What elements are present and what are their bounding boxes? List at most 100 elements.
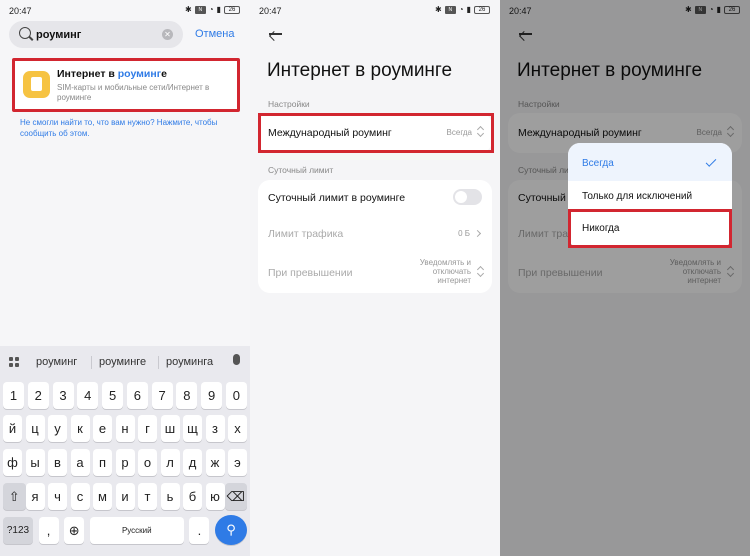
status-time: 20:47 — [9, 6, 32, 16]
globe-icon[interactable]: ⊕ — [64, 517, 85, 544]
suggestion-bar: роуминг роуминге роуминга — [0, 346, 250, 378]
key[interactable]: р — [115, 449, 135, 476]
apps-grid-icon[interactable] — [9, 357, 19, 367]
key[interactable]: 8 — [176, 382, 198, 409]
option-always[interactable]: Всегда — [582, 158, 614, 169]
symbols-key[interactable]: ?123 — [3, 517, 33, 544]
key[interactable]: п — [93, 449, 112, 476]
key[interactable]: с — [70, 483, 90, 510]
dim-overlay[interactable] — [500, 0, 750, 556]
key[interactable]: 5 — [102, 382, 124, 409]
key[interactable]: г — [138, 415, 157, 442]
key[interactable]: н — [115, 415, 135, 442]
daily-limit-card: Суточный лимит в роуминге Лимит трафика … — [258, 180, 492, 293]
key[interactable]: я — [25, 483, 45, 510]
daily-limit-label: Суточный лимит в роуминге — [268, 192, 406, 204]
key[interactable]: ф — [3, 449, 22, 476]
shift-key[interactable]: ⇧ — [3, 483, 26, 510]
nfc-icon: N — [194, 5, 206, 14]
page-title: Интернет в роуминге — [267, 60, 453, 81]
status-bar: 20:47 ✱ N ◔ ▮ 26 — [250, 0, 500, 22]
microphone-icon[interactable] — [233, 354, 240, 365]
suggestion-3[interactable]: роуминга — [166, 356, 213, 368]
suggestion-1[interactable]: роуминг — [36, 356, 77, 368]
search-bar[interactable]: ✕ — [9, 21, 183, 48]
key[interactable]: т — [138, 483, 157, 510]
report-not-found-link[interactable]: Не смогли найти то, что вам нужно? Нажми… — [20, 117, 235, 139]
chevron-right-icon — [473, 229, 482, 238]
key[interactable]: й — [3, 415, 22, 442]
search-screen: 20:47 ✱ N ◔ ▮ 26 ✕ Отмена Интернет в роу… — [0, 0, 250, 556]
dot-key[interactable]: . — [189, 517, 210, 544]
key[interactable]: щ — [183, 415, 202, 442]
status-time: 20:47 — [259, 6, 282, 16]
key[interactable]: о — [138, 449, 157, 476]
sim-card-icon — [23, 71, 50, 98]
battery-icon: 26 — [224, 5, 240, 14]
key[interactable]: д — [183, 449, 202, 476]
search-input[interactable] — [36, 25, 156, 44]
status-bar: 20:47 ✱ N ◔ ▮ 26 — [0, 0, 250, 22]
key[interactable]: з — [205, 415, 225, 442]
key[interactable]: л — [160, 449, 180, 476]
result-title: Интернет в роуминге — [57, 68, 167, 80]
key[interactable]: х — [228, 415, 247, 442]
key[interactable]: ы — [25, 449, 45, 476]
key[interactable]: ш — [160, 415, 180, 442]
result-description: SIM-карты и мобильные сети/Интернет в ро… — [57, 83, 210, 102]
space-key[interactable]: Русский — [89, 517, 184, 544]
daily-limit-toggle[interactable] — [453, 189, 482, 205]
back-arrow-icon[interactable] — [268, 28, 282, 40]
key[interactable]: ю — [205, 483, 225, 510]
key[interactable]: ж — [205, 449, 225, 476]
key[interactable]: в — [48, 449, 67, 476]
key[interactable]: а — [70, 449, 90, 476]
option-exceptions-only[interactable]: Только для исключений — [582, 191, 692, 202]
key-row-2: фывапролджэ — [3, 449, 247, 476]
highlight-box — [258, 113, 494, 153]
traffic-limit-label: Лимит трафика — [268, 228, 344, 240]
key-row-1: йцукенгшщзх — [3, 415, 247, 442]
bluetooth-icon: ✱ — [185, 5, 192, 14]
key[interactable]: ч — [48, 483, 67, 510]
comma-key[interactable]: , — [38, 517, 59, 544]
key-row-3: ⇧ ячсмитьбю ⌫ — [3, 483, 247, 510]
suggestion-2[interactable]: роуминге — [99, 356, 146, 368]
bluetooth-icon: ✱ — [435, 5, 442, 14]
key[interactable]: 9 — [201, 382, 223, 409]
clear-icon[interactable]: ✕ — [162, 29, 173, 40]
key[interactable]: м — [93, 483, 112, 510]
key[interactable]: к — [70, 415, 90, 442]
key[interactable]: ь — [160, 483, 180, 510]
key[interactable]: 7 — [151, 382, 173, 409]
search-result-internet-roaming[interactable]: Интернет в роуминге SIM-карты и мобильны… — [12, 58, 240, 112]
traffic-limit-value: 0 Б — [458, 229, 470, 238]
key[interactable]: э — [228, 449, 247, 476]
key[interactable]: у — [48, 415, 67, 442]
wifi-icon: ◔ — [208, 5, 214, 14]
key-row-numbers: 1234567890 — [3, 382, 247, 409]
key[interactable]: 4 — [77, 382, 99, 409]
key[interactable]: 2 — [27, 382, 49, 409]
key[interactable]: и — [115, 483, 135, 510]
backspace-key[interactable]: ⌫ — [224, 483, 247, 510]
battery-icon: 26 — [474, 5, 490, 14]
key[interactable]: б — [183, 483, 202, 510]
key[interactable]: ц — [25, 415, 45, 442]
section-settings: Настройки — [268, 99, 310, 109]
roaming-settings-screen: 20:47 ✱ N ◔ ▮ 26 Интернет в роуминге Нас… — [250, 0, 500, 556]
search-icon — [19, 27, 31, 39]
on-exceed-value: Уведомлять и отключать интернет — [419, 258, 471, 285]
key[interactable]: 0 — [225, 382, 247, 409]
key[interactable]: 1 — [3, 382, 24, 409]
search-key-icon[interactable]: ⚲ — [214, 515, 247, 545]
section-daily-limit: Суточный лимит — [268, 165, 334, 175]
highlight-box-never — [568, 209, 732, 248]
roaming-settings-dropdown-screen: 20:47 ✱ N ◔ ▮ 26 Интернет в роуминге Нас… — [500, 0, 750, 556]
key[interactable]: 6 — [126, 382, 148, 409]
cancel-button[interactable]: Отмена — [195, 28, 234, 40]
key[interactable]: 3 — [52, 382, 74, 409]
signal-icon: ▮ — [466, 5, 471, 14]
key[interactable]: е — [93, 415, 112, 442]
key-row-bottom: ?123 , ⊕ Русский . ⚲ — [3, 515, 247, 545]
